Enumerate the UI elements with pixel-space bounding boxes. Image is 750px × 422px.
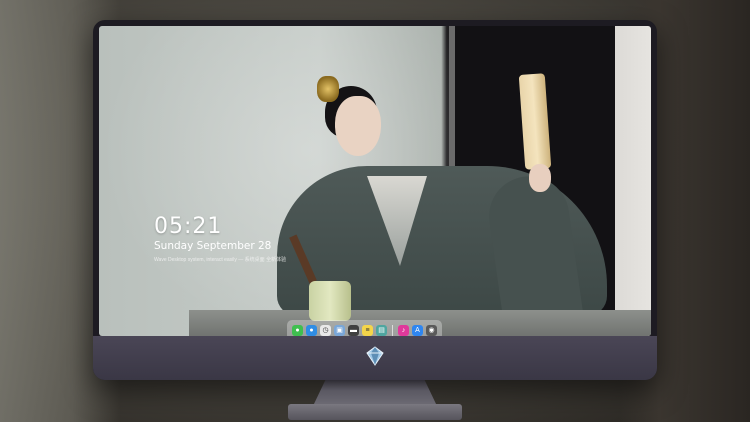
camera-icon[interactable]: ◉ xyxy=(426,324,437,336)
wallpaper-hand xyxy=(529,164,551,192)
clapper-icon[interactable]: ▬ xyxy=(348,324,359,336)
lockscreen-time: 05:21 xyxy=(154,214,223,239)
monitor: 05:21 Sunday September 28 Wave Desktop s… xyxy=(93,20,657,380)
monitor-stand-base xyxy=(288,404,462,420)
desktop-screen: 05:21 Sunday September 28 Wave Desktop s… xyxy=(99,26,651,336)
wallpaper-figure-crown xyxy=(317,76,339,102)
monitor-chin xyxy=(93,336,657,380)
image-viewer-icon[interactable]: ▤ xyxy=(376,324,387,336)
music-icon[interactable]: ♪ xyxy=(398,324,409,336)
notes-icon[interactable]: ≡ xyxy=(362,324,373,336)
wallpaper-cup xyxy=(309,281,351,321)
messages-icon[interactable]: ● xyxy=(292,324,303,336)
finder-icon[interactable]: ● xyxy=(306,324,317,336)
lockscreen-tagline: Wave Desktop system, interact easily — 系… xyxy=(154,257,287,263)
app-store-icon[interactable]: A xyxy=(412,324,423,336)
wallpaper-figure-head xyxy=(335,96,381,156)
lockscreen-date: Sunday September 28 xyxy=(154,240,272,252)
dock: ● ● ◷ ▣ ▬ ≡ ▤ ♪ A ◉ xyxy=(287,320,442,336)
photos-icon[interactable]: ▣ xyxy=(334,324,345,336)
gem-logo-icon xyxy=(366,346,384,366)
clock-icon[interactable]: ◷ xyxy=(320,324,331,336)
dock-separator xyxy=(392,324,393,336)
monitor-stand-neck xyxy=(313,380,437,406)
